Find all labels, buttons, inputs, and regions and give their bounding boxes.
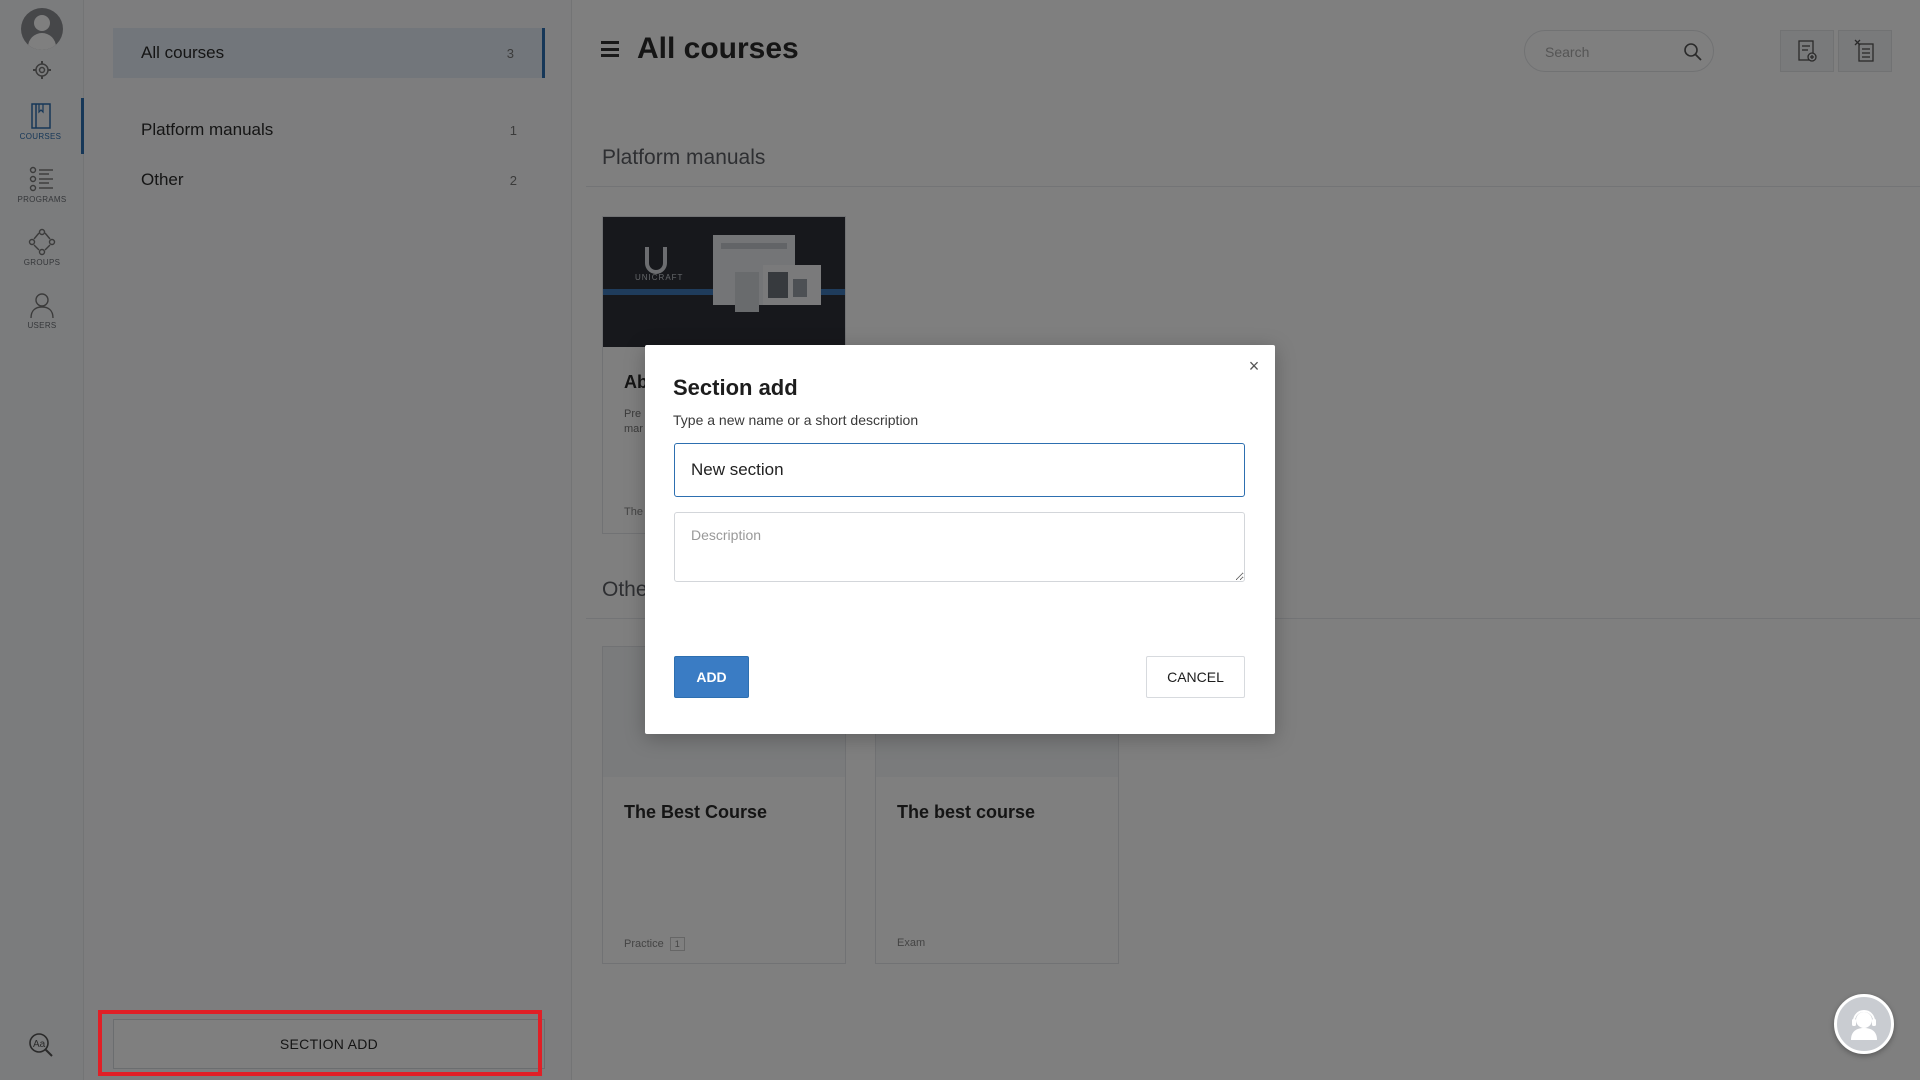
cancel-button[interactable]: CANCEL [1146,656,1245,698]
support-chat-button[interactable] [1834,994,1894,1054]
section-name-input[interactable] [674,443,1245,497]
dialog-subtitle: Type a new name or a short description [673,412,919,428]
add-button[interactable]: ADD [674,656,749,698]
section-add-dialog: × Section add Type a new name or a short… [645,345,1275,734]
section-description-input[interactable] [674,512,1245,582]
dialog-title: Section add [673,375,798,400]
support-agent-icon [1851,1010,1877,1040]
close-icon[interactable]: × [1245,357,1263,375]
